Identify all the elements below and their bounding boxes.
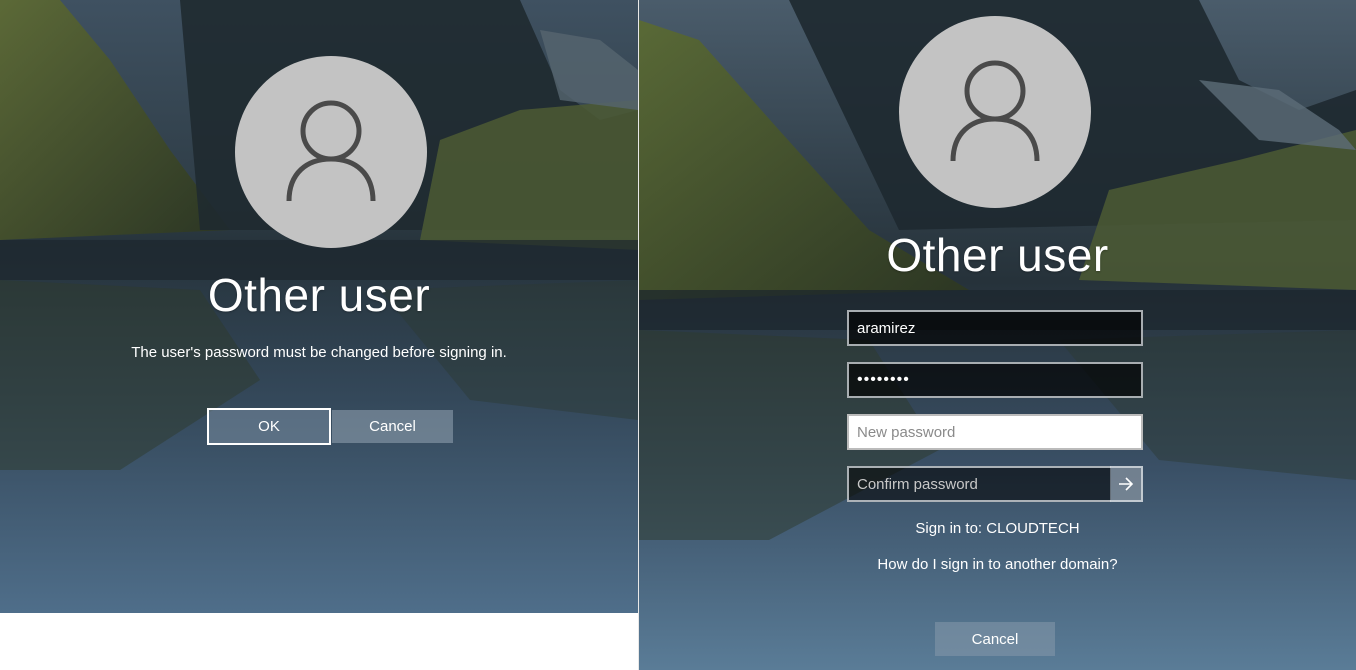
username-field[interactable] xyxy=(847,310,1143,346)
cancel-button[interactable]: Cancel xyxy=(332,410,453,443)
other-domain-help-link[interactable]: How do I sign in to another domain? xyxy=(639,556,1356,573)
user-name-heading: Other user xyxy=(886,229,1109,281)
ok-button[interactable]: OK xyxy=(207,408,331,445)
sign-in-domain-label: Sign in to: CLOUDTECH xyxy=(915,520,1080,537)
user-avatar xyxy=(235,56,427,248)
change-password-screen: Other user Sign in to: CLOUDTECH How do … xyxy=(639,0,1356,670)
password-change-required-screen: Other user The user's password must be c… xyxy=(0,0,638,613)
submit-button[interactable] xyxy=(1110,466,1143,502)
user-avatar xyxy=(899,16,1091,208)
new-password-field[interactable] xyxy=(847,414,1143,450)
user-silhouette-icon xyxy=(286,100,376,202)
password-change-message: The user's password must be changed befo… xyxy=(131,344,507,361)
user-silhouette-icon xyxy=(950,60,1040,162)
password-field[interactable] xyxy=(847,362,1143,398)
confirm-password-field[interactable] xyxy=(847,466,1111,502)
cancel-button[interactable]: Cancel xyxy=(935,622,1055,656)
arrow-right-icon xyxy=(1118,477,1133,491)
user-name-heading: Other user xyxy=(207,269,431,321)
